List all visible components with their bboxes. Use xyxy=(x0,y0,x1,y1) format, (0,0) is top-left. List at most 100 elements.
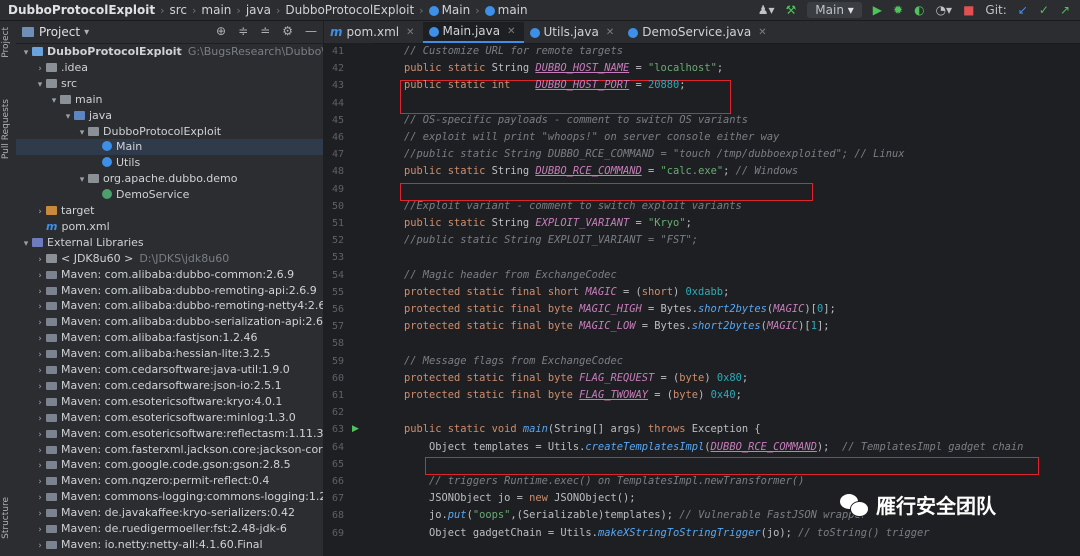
debug-icon[interactable]: ✹ xyxy=(893,3,903,17)
git-push-icon[interactable]: ↗ xyxy=(1060,3,1070,17)
tree-item[interactable]: Main xyxy=(16,139,323,156)
tree-item[interactable]: › Maven: io.netty:netty-all:4.1.60.Final xyxy=(16,537,323,553)
chevron-right-icon[interactable]: › xyxy=(34,347,46,363)
breadcrumb-method[interactable]: main xyxy=(498,3,528,17)
tree-item[interactable]: › .idea xyxy=(16,60,323,76)
close-icon[interactable]: ✕ xyxy=(758,22,766,43)
chevron-right-icon[interactable]: › xyxy=(34,204,46,220)
hammer-icon[interactable]: ⚒ xyxy=(786,3,797,17)
close-icon[interactable]: ✕ xyxy=(406,22,414,43)
editor-tab[interactable]: Utils.java ✕ xyxy=(524,22,623,43)
tree-item[interactable]: › Maven: de.ruedigermoeller:fst:2.48-jdk-… xyxy=(16,521,323,537)
project-tool-button[interactable]: Project xyxy=(1,27,11,58)
tree-item[interactable]: Utils xyxy=(16,155,323,171)
close-icon[interactable]: ✕ xyxy=(606,22,614,43)
tree-item[interactable]: › Maven: com.esotericsoftware:reflectasm:… xyxy=(16,426,323,442)
collapse-icon[interactable]: ≐ xyxy=(260,24,270,38)
breadcrumb-main[interactable]: main xyxy=(201,3,231,17)
editor-tab[interactable]: Main.java ✕ xyxy=(422,22,524,43)
chevron-right-icon[interactable]: › xyxy=(34,522,46,538)
expand-icon[interactable]: ≑ xyxy=(238,24,248,38)
breadcrumb-project[interactable]: DubboProtocolExploit xyxy=(8,3,155,17)
tree-item[interactable]: DemoService xyxy=(16,187,323,203)
tree-item[interactable]: › Maven: com.alibaba:hessian-lite:3.2.5 xyxy=(16,346,323,362)
tree-item[interactable]: › Maven: com.alibaba:dubbo-remoting-api:2… xyxy=(16,283,323,299)
structure-tool-button[interactable]: Structure xyxy=(1,497,11,539)
chevron-right-icon[interactable]: › xyxy=(34,506,46,522)
chevron-down-icon[interactable]: ▾ xyxy=(76,172,88,188)
chevron-right-icon[interactable]: › xyxy=(34,252,46,268)
tree-item[interactable]: › Maven: com.fasterxml.jackson.core:jacks… xyxy=(16,442,323,458)
code-view[interactable]: // Customize URL for remote targets publi… xyxy=(400,43,1080,556)
chevron-right-icon[interactable]: › xyxy=(34,363,46,379)
breadcrumb-java[interactable]: java xyxy=(246,3,271,17)
chevron-right-icon[interactable]: › xyxy=(34,268,46,284)
chevron-right-icon[interactable]: › xyxy=(34,474,46,490)
tree-item[interactable]: › Maven: de.javakaffee:kryo-serializers:0… xyxy=(16,505,323,521)
breadcrumb-package[interactable]: DubboProtocolExploit xyxy=(285,3,414,17)
tree-item-label: DemoService xyxy=(116,188,190,202)
chevron-right-icon[interactable]: › xyxy=(34,315,46,331)
tree-item[interactable]: ▾ java xyxy=(16,108,323,124)
tree-item[interactable]: › Maven: com.esotericsoftware:kryo:4.0.1 xyxy=(16,394,323,410)
tree-item[interactable]: ▾ main xyxy=(16,92,323,108)
tree-item[interactable]: › Maven: com.esotericsoftware:minlog:1.3.… xyxy=(16,410,323,426)
locate-icon[interactable]: ⊕ xyxy=(216,24,226,38)
pull-requests-tool-button[interactable]: Pull Requests xyxy=(1,99,11,159)
tree-item[interactable]: › Maven: com.alibaba:dubbo-remoting-netty… xyxy=(16,298,323,314)
editor-tab[interactable]: DemoService.java ✕ xyxy=(622,22,774,43)
project-panel-title[interactable]: Project xyxy=(39,25,80,39)
chevron-right-icon[interactable]: › xyxy=(34,490,46,506)
tree-item[interactable]: ▾ External Libraries xyxy=(16,235,323,251)
chevron-right-icon[interactable]: › xyxy=(34,379,46,395)
tree-item[interactable]: › Maven: com.nqzero:permit-reflect:0.4 xyxy=(16,473,323,489)
run-icon[interactable]: ▶ xyxy=(873,3,882,17)
tree-item[interactable]: › Maven: com.alibaba:dubbo-serialization-… xyxy=(16,314,323,330)
chevron-right-icon[interactable]: › xyxy=(34,61,46,77)
chevron-right-icon[interactable]: › xyxy=(34,299,46,315)
chevron-right-icon[interactable]: › xyxy=(34,443,46,459)
chevron-down-icon[interactable]: ▾ xyxy=(62,109,74,125)
editor-tab[interactable]: m pom.xml ✕ xyxy=(324,22,423,43)
git-update-icon[interactable]: ↙ xyxy=(1018,3,1028,17)
tree-item[interactable]: › Maven: com.alibaba:dubbo-common:2.6.9 xyxy=(16,267,323,283)
run-gutter-icon[interactable]: ▶ xyxy=(352,424,359,434)
tree-item[interactable]: m pom.xml xyxy=(16,219,323,235)
git-commit-icon[interactable]: ✓ xyxy=(1039,3,1049,17)
chevron-right-icon[interactable]: › xyxy=(34,411,46,427)
chevron-down-icon[interactable]: ▾ xyxy=(34,77,46,93)
chevron-right-icon[interactable]: › xyxy=(34,395,46,411)
breadcrumb-class[interactable]: Main xyxy=(442,3,471,17)
tree-item[interactable]: › Maven: commons-logging:commons-logging:… xyxy=(16,489,323,505)
chevron-down-icon[interactable]: ▾ xyxy=(20,236,32,252)
close-icon[interactable]: ✕ xyxy=(507,22,515,41)
user-icon[interactable]: ♟▾ xyxy=(758,3,775,17)
tree-item[interactable]: › Maven: com.cedarsoftware:java-util:1.9.… xyxy=(16,362,323,378)
run-config-select[interactable]: Main ▾ xyxy=(807,2,862,18)
profile-icon[interactable]: ◔▾ xyxy=(936,3,953,17)
chevron-right-icon[interactable]: › xyxy=(34,331,46,347)
tree-item[interactable]: ▾ src xyxy=(16,76,323,92)
chevron-right-icon[interactable]: › xyxy=(34,284,46,300)
chevron-right-icon[interactable]: › xyxy=(34,427,46,443)
tree-item[interactable]: › target xyxy=(16,203,323,219)
code-line: protected static final byte FLAG_TWOWAY … xyxy=(404,387,742,404)
chevron-right-icon[interactable]: › xyxy=(34,458,46,474)
breadcrumb-src[interactable]: src xyxy=(169,3,187,17)
tree-item[interactable]: › < JDK8u60 > D:\JDKS\jdk8u60 xyxy=(16,251,323,267)
chevron-down-icon[interactable]: ▾ xyxy=(48,93,60,109)
tree-item[interactable]: › Maven: com.google.code.gson:gson:2.8.5 xyxy=(16,457,323,473)
chevron-down-icon[interactable]: ▾ xyxy=(76,125,88,141)
coverage-icon[interactable]: ◐ xyxy=(914,3,924,17)
tree-item[interactable]: ▾ DubboProtocolExploit xyxy=(16,124,323,140)
tree-item[interactable]: ▾ org.apache.dubbo.demo xyxy=(16,171,323,187)
tree-item[interactable]: › Maven: com.alibaba:fastjson:1.2.46 xyxy=(16,330,323,346)
chevron-down-icon[interactable]: ▾ xyxy=(84,27,89,38)
hide-icon[interactable]: — xyxy=(305,24,317,38)
tree-item[interactable]: › Maven: com.cedarsoftware:json-io:2.5.1 xyxy=(16,378,323,394)
chevron-right-icon[interactable]: › xyxy=(34,538,46,554)
stop-icon[interactable]: ■ xyxy=(963,3,974,17)
tree-item[interactable]: ▾ DubboProtocolExploit G:\BugsResearch\Dub… xyxy=(16,44,323,60)
chevron-down-icon[interactable]: ▾ xyxy=(20,45,32,61)
gear-icon[interactable]: ⚙ xyxy=(282,24,293,38)
